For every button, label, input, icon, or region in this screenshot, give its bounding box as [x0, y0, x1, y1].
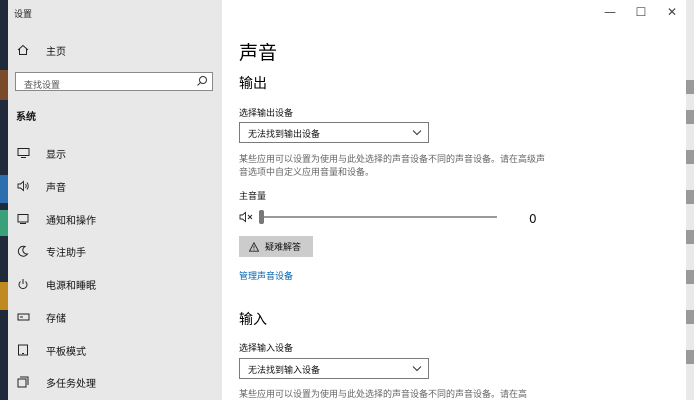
output-device-select[interactable]: 无法找到输出设备 [239, 122, 429, 143]
sidebar-item-tablet-mode[interactable]: 平板模式 [8, 335, 222, 365]
input-device-value: 无法找到输入设备 [248, 366, 321, 376]
search-box[interactable] [15, 72, 213, 95]
storage-icon [16, 310, 30, 324]
input-description: 某些应用可以设置为使用与此处选择的声音设备不同的声音设备。请在高 [239, 390, 528, 400]
desktop-background-left [0, 0, 8, 400]
output-heading: 输出 [239, 76, 267, 92]
speaker-muted-icon[interactable] [239, 211, 255, 223]
volume-slider-track[interactable] [261, 216, 497, 218]
volume-slider-thumb[interactable] [259, 210, 264, 224]
sidebar-item-label: 声音 [46, 182, 66, 194]
volume-label: 主音量 [239, 192, 267, 202]
input-heading: 输入 [239, 312, 267, 328]
input-device-select[interactable]: 无法找到输入设备 [239, 358, 429, 379]
speaker-icon [16, 179, 30, 193]
section-title: 系统 [16, 112, 36, 123]
sidebar-item-label: 多任务处理 [46, 378, 96, 390]
chevron-down-icon [412, 366, 422, 372]
main-content: — ☐ ✕ 声音 输出 选择输出设备 无法找到输出设备 某些应用可以设置为使用与… [222, 0, 686, 400]
sidebar-item-label: 存储 [46, 313, 66, 325]
troubleshoot-button[interactable]: 疑难解答 [239, 236, 313, 257]
sidebar-item-label: 主页 [46, 46, 66, 58]
search-icon[interactable] [196, 75, 208, 87]
sidebar-item-power-sleep[interactable]: 电源和睡眠 [8, 269, 222, 299]
input-device-label: 选择输入设备 [239, 344, 294, 354]
multitask-icon [16, 375, 30, 389]
manage-sound-devices-link[interactable]: 管理声音设备 [239, 269, 293, 282]
output-device-value: 无法找到输出设备 [248, 130, 321, 140]
sidebar-item-label: 平板模式 [46, 346, 86, 358]
sidebar-item-label: 专注助手 [46, 247, 86, 259]
sidebar-item-sound[interactable]: 声音 [8, 171, 222, 201]
warning-icon [249, 241, 259, 252]
search-input[interactable] [16, 77, 186, 95]
moon-icon [16, 244, 30, 258]
settings-window: 设置 主页 系统 显示 声音 [8, 0, 686, 400]
sidebar-item-multitasking[interactable]: 多任务处理 [8, 367, 222, 397]
output-device-label: 选择输出设备 [239, 109, 294, 119]
home-icon [16, 43, 30, 57]
page-title: 声音 [239, 42, 278, 64]
sidebar: 设置 主页 系统 显示 声音 [8, 0, 222, 400]
sidebar-item-display[interactable]: 显示 [8, 138, 222, 168]
tablet-icon [16, 343, 30, 357]
sidebar-item-home[interactable]: 主页 [8, 35, 222, 65]
volume-value: 0 [529, 212, 537, 226]
desktop-background-right [686, 0, 694, 400]
sidebar-item-label: 电源和睡眠 [46, 280, 96, 292]
minimize-button[interactable]: — [600, 4, 620, 20]
notification-icon [16, 212, 30, 226]
troubleshoot-label: 疑难解答 [265, 242, 302, 252]
volume-row [239, 209, 539, 225]
sidebar-item-label: 通知和操作 [46, 215, 96, 227]
sidebar-item-label: 显示 [46, 149, 66, 161]
sidebar-item-storage[interactable]: 存储 [8, 302, 222, 332]
sidebar-item-notifications[interactable]: 通知和操作 [8, 204, 222, 234]
chevron-down-icon [412, 130, 422, 136]
monitor-icon [16, 146, 30, 160]
output-description: 某些应用可以设置为使用与此处选择的声音设备不同的声音设备。请在高级声音选项中自定… [239, 155, 546, 178]
close-button[interactable]: ✕ [662, 4, 682, 20]
power-icon [16, 277, 30, 291]
window-title: 设置 [14, 10, 33, 20]
maximize-button[interactable]: ☐ [631, 4, 651, 20]
sidebar-item-focus-assist[interactable]: 专注助手 [8, 236, 222, 266]
